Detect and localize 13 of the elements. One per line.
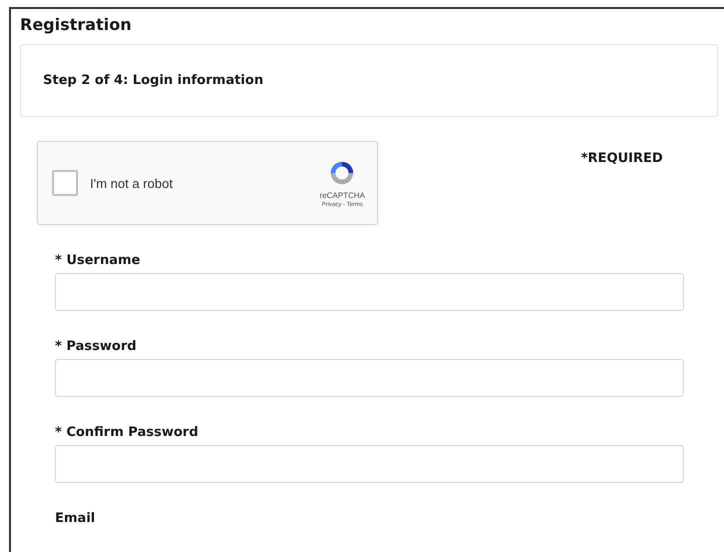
field-label: Email <box>55 511 96 527</box>
input-field[interactable] <box>55 359 684 397</box>
input-field[interactable] <box>55 273 684 311</box>
step-label: Step 2 of 4: Login information <box>43 73 264 88</box>
page-title: Registration <box>20 14 132 36</box>
captcha-brand: reCAPTCHA <box>320 191 365 200</box>
field-label: * Username <box>55 253 142 269</box>
field-label: * Confirm Password <box>55 425 200 441</box>
input-field[interactable] <box>55 445 684 483</box>
captcha-checkbox[interactable] <box>52 170 78 196</box>
required-note: *REQUIRED <box>581 151 663 166</box>
field-label: * Password <box>55 339 138 355</box>
captcha-label: I'm not a robot <box>90 176 174 190</box>
